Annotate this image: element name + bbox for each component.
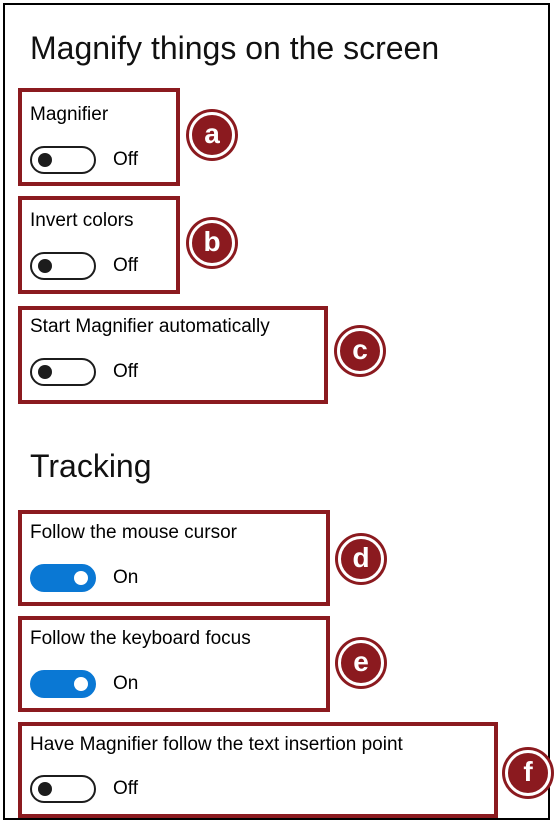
follow-text-insertion-label: Have Magnifier follow the text insertion… bbox=[30, 734, 403, 755]
toggle-knob bbox=[38, 259, 52, 273]
toggle-knob bbox=[74, 677, 88, 691]
invert-colors-label: Invert colors bbox=[30, 210, 134, 231]
annotation-marker-b: b bbox=[189, 220, 235, 266]
magnify-section-heading: Magnify things on the screen bbox=[30, 30, 440, 66]
invert-colors-toggle[interactable] bbox=[30, 252, 96, 280]
annotation-marker-c: c bbox=[337, 328, 383, 374]
tracking-section-heading: Tracking bbox=[30, 448, 152, 484]
toggle-knob bbox=[38, 365, 52, 379]
follow-mouse-toggle[interactable] bbox=[30, 564, 96, 592]
toggle-knob bbox=[74, 571, 88, 585]
follow-text-insertion-toggle[interactable] bbox=[30, 775, 96, 803]
magnifier-label: Magnifier bbox=[30, 104, 109, 125]
annotation-marker-e: e bbox=[338, 640, 384, 686]
annotation-marker-a: a bbox=[189, 112, 235, 158]
toggle-knob bbox=[38, 153, 52, 167]
magnifier-toggle[interactable] bbox=[30, 146, 96, 174]
follow-keyboard-state: On bbox=[113, 673, 139, 694]
start-magnifier-toggle[interactable] bbox=[30, 358, 96, 386]
follow-mouse-label: Follow the mouse cursor bbox=[30, 522, 237, 543]
magnifier-state: Off bbox=[113, 149, 138, 170]
follow-text-insertion-state: Off bbox=[113, 778, 138, 799]
follow-keyboard-label: Follow the keyboard focus bbox=[30, 628, 251, 649]
toggle-knob bbox=[38, 782, 52, 796]
annotation-marker-f: f bbox=[505, 750, 551, 796]
invert-colors-state: Off bbox=[113, 255, 138, 276]
follow-keyboard-toggle[interactable] bbox=[30, 670, 96, 698]
annotation-marker-d: d bbox=[338, 536, 384, 582]
start-magnifier-state: Off bbox=[113, 361, 138, 382]
follow-mouse-state: On bbox=[113, 567, 139, 588]
start-magnifier-label: Start Magnifier automatically bbox=[30, 316, 270, 337]
